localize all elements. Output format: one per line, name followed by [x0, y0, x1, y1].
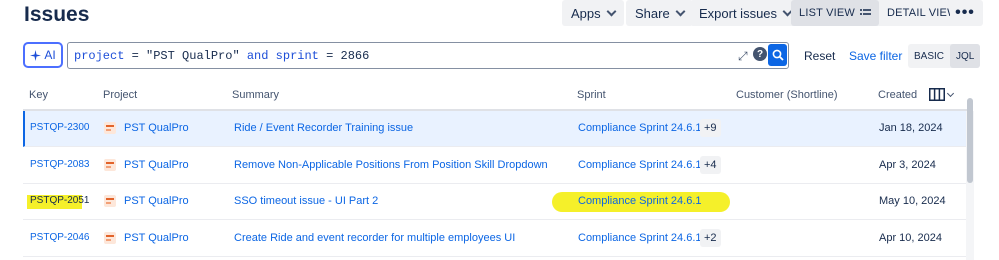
sprint-more-badge[interactable]: +9: [700, 119, 721, 137]
issue-key-link[interactable]: PSTQP-2051: [30, 195, 89, 206]
project-link[interactable]: PST QualPro: [124, 122, 189, 134]
sprint-more-badge[interactable]: +4: [700, 156, 721, 174]
save-filter-button[interactable]: Save filter: [849, 49, 902, 63]
project-avatar-icon: [104, 195, 116, 207]
column-header-project[interactable]: Project: [103, 89, 137, 101]
jql-operator: =: [318, 48, 341, 63]
export-issues-button[interactable]: Export issues: [690, 0, 801, 26]
jql-value-sprint: 2866: [340, 48, 370, 63]
jql-field-project: project: [74, 48, 125, 63]
sprint-link[interactable]: Compliance Sprint 24.6.1: [578, 122, 702, 134]
export-label: Export issues: [699, 5, 778, 21]
sprint-link[interactable]: Compliance Sprint 24.6.1: [578, 159, 702, 171]
chevron-down-icon: [606, 6, 617, 16]
share-label: Share: [635, 5, 670, 21]
reset-button[interactable]: Reset: [804, 49, 835, 63]
chevron-down-icon: [946, 89, 955, 97]
column-header-customer[interactable]: Customer (Shortline): [736, 89, 837, 101]
sprint-link[interactable]: Compliance Sprint 24.6.1: [578, 195, 702, 207]
search-icon: [772, 49, 784, 61]
vertical-scrollbar-thumb[interactable]: [967, 98, 973, 183]
project-link[interactable]: PST QualPro: [124, 159, 189, 171]
summary-link[interactable]: Remove Non-Applicable Positions From Pos…: [234, 159, 548, 171]
project-link[interactable]: PST QualPro: [124, 195, 189, 207]
help-icon[interactable]: ?: [753, 47, 767, 61]
jql-input[interactable]: project = "PST QualPro" and sprint = 286…: [67, 42, 789, 69]
jql-mode-button[interactable]: JQL: [950, 44, 981, 68]
sprint-link[interactable]: Compliance Sprint 24.6.1: [578, 232, 702, 244]
chevron-down-icon: [675, 6, 686, 16]
share-button[interactable]: Share: [626, 0, 693, 26]
sparkle-icon: [30, 49, 42, 61]
created-date: May 10, 2024: [879, 195, 946, 207]
expand-icon[interactable]: ⤢: [738, 49, 748, 64]
apps-label: Apps: [571, 5, 601, 21]
summary-link[interactable]: Ride / Event Recorder Training issue: [234, 122, 413, 134]
column-header-created[interactable]: Created: [878, 89, 917, 101]
columns-icon: [929, 88, 945, 101]
column-picker-button[interactable]: [929, 88, 955, 101]
sprint-more-badge[interactable]: +2: [700, 229, 721, 247]
project-avatar-icon: [104, 122, 116, 134]
ai-label: AI: [44, 48, 56, 62]
page-title: Issues: [24, 3, 90, 26]
summary-link[interactable]: Create Ride and event recorder for multi…: [234, 232, 515, 244]
issue-key-link[interactable]: PSTQP-2300: [30, 122, 89, 133]
issue-key-link[interactable]: PSTQP-2083: [30, 159, 89, 170]
search-button[interactable]: [768, 44, 787, 66]
column-header-sprint[interactable]: Sprint: [577, 89, 606, 101]
table-row[interactable]: PSTQP-2046 PST QualPro Create Ride and e…: [23, 221, 967, 257]
jql-operator: =: [124, 48, 147, 63]
project-link[interactable]: PST QualPro: [124, 232, 189, 244]
basic-mode-button[interactable]: BASIC: [908, 44, 950, 68]
column-header-key[interactable]: Key: [29, 89, 48, 101]
jql-value-project: "PST QualPro": [146, 48, 240, 63]
created-date: Apr 3, 2024: [879, 159, 936, 171]
list-icon: [860, 9, 871, 15]
detail-view-label: DETAIL VIEW: [887, 7, 958, 19]
apps-button[interactable]: Apps: [562, 0, 624, 26]
table-row[interactable]: PSTQP-2083 PST QualPro Remove Non-Applic…: [23, 148, 967, 184]
table-row[interactable]: PSTQP-2300 PST QualPro Ride / Event Reco…: [23, 111, 967, 147]
issue-key-link[interactable]: PSTQP-2046: [30, 232, 89, 243]
summary-link[interactable]: SSO timeout issue - UI Part 2: [234, 195, 378, 207]
list-view-button[interactable]: LIST VIEW: [791, 0, 879, 26]
more-actions-button[interactable]: •••: [950, 0, 980, 26]
jql-field-sprint: sprint: [275, 48, 319, 63]
column-header-summary[interactable]: Summary: [232, 89, 279, 101]
ai-button[interactable]: AI: [23, 42, 63, 68]
created-date: Apr 10, 2024: [879, 232, 942, 244]
search-mode-toggle: BASIC JQL: [908, 44, 981, 68]
project-avatar-icon: [104, 232, 116, 244]
project-avatar-icon: [104, 159, 116, 171]
list-view-label: LIST VIEW: [799, 7, 855, 19]
created-date: Jan 18, 2024: [879, 122, 943, 134]
table-row[interactable]: PSTQP-2051 PST QualPro SSO timeout issue…: [23, 184, 967, 220]
jql-and-keyword: and: [239, 48, 276, 63]
